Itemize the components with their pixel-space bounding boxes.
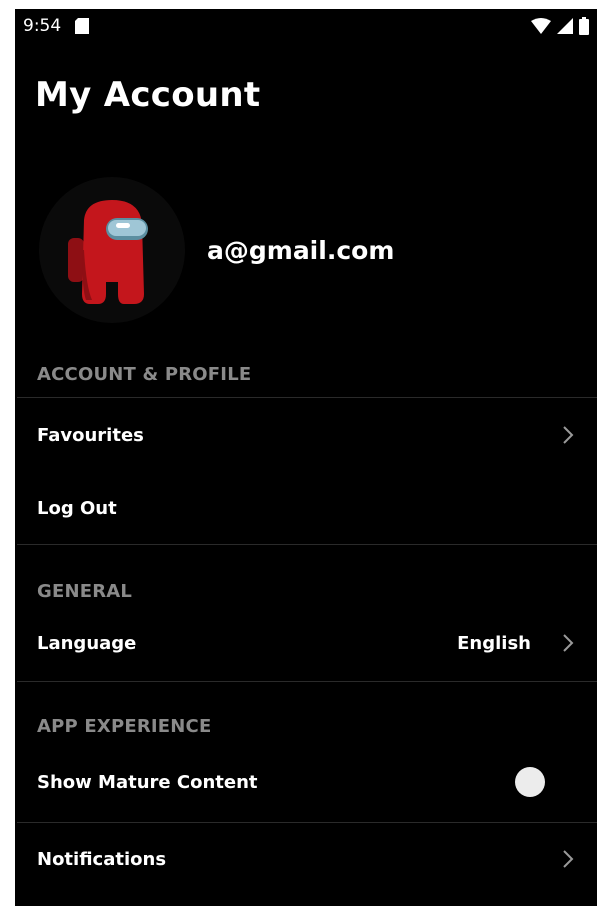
wifi-icon [531,18,551,34]
language-row[interactable]: Language English [15,617,597,669]
mature-content-label: Show Mature Content [37,771,258,793]
divider [17,681,597,682]
language-label: Language [37,632,137,654]
chevron-right-icon [563,634,574,652]
notifications-label: Notifications [37,848,167,870]
logout-label: Log Out [37,497,117,519]
profile-email: a@gmail.com [207,235,395,265]
mature-content-row-right [515,767,575,797]
logout-row[interactable]: Log Out [15,482,597,534]
favourites-row[interactable]: Favourites [15,409,597,461]
divider [17,822,597,823]
avatar[interactable] [39,177,185,323]
sd-card-icon [75,18,90,34]
battery-icon [579,17,589,35]
signal-icon [557,18,573,34]
profile-card: a@gmail.com [39,177,579,323]
page-title: My Account [35,75,261,115]
account-screen: 9:54 My Account a@gmail.com ACCOUNT & PR… [15,9,597,906]
section-header-account-profile: ACCOUNT & PROFILE [37,364,252,385]
language-row-right: English [457,633,575,654]
divider [17,397,597,398]
status-icons [531,17,589,35]
notifications-row-right [561,849,575,869]
mature-content-toggle[interactable] [515,767,545,797]
notifications-row[interactable]: Notifications [15,833,597,885]
mature-content-row: Show Mature Content [15,756,597,808]
chevron-right-icon [563,426,574,444]
crewmate-avatar-icon [68,200,148,304]
favourites-row-right [561,425,575,445]
favourites-label: Favourites [37,424,144,446]
section-header-app-experience: APP EXPERIENCE [37,716,212,737]
status-bar: 9:54 [15,9,597,43]
chevron-right-icon [563,850,574,868]
divider [17,544,597,545]
language-value: English [457,632,531,654]
section-header-general: GENERAL [37,581,133,602]
status-time: 9:54 [23,16,62,36]
